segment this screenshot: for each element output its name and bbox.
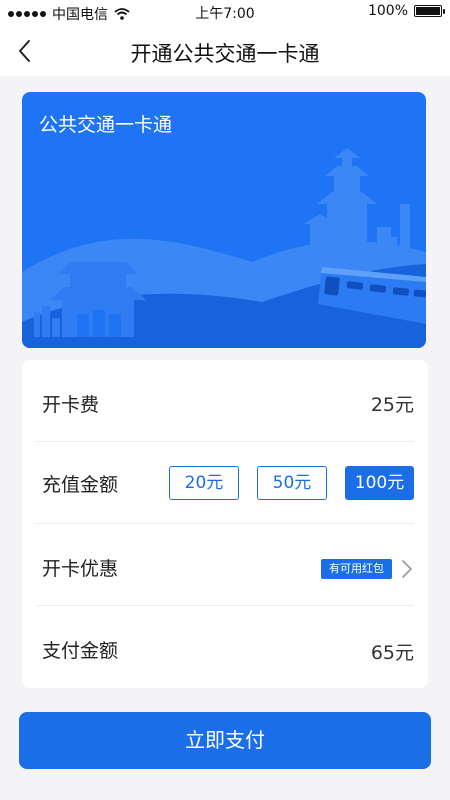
chevron-right-icon [402,560,412,578]
battery-percent: 100% [367,3,408,19]
payment-label: 支付金额 [42,640,119,662]
discount-row[interactable]: 开卡优惠 有可用红包 [36,524,414,606]
transit-card-image: 公共交通一卡通 [22,92,426,348]
discount-label: 开卡优惠 [42,558,119,580]
nav-bar: 开通公共交通一卡通 [0,26,450,76]
status-bar: 中国电信 上午7:00 100% [0,0,450,26]
payment-row: 支付金额 65元 [36,606,414,688]
pay-now-button[interactable]: 立即支付 [19,712,431,769]
card-title: 公共交通一卡通 [39,114,173,136]
recharge-option-20[interactable]: 20元 [169,466,239,500]
battery-icon [414,5,445,17]
recharge-row: 充值金额 20元 50元 100元 [36,442,414,524]
coupon-badge: 有可用红包 [321,559,392,579]
recharge-option-100[interactable]: 100元 [345,466,414,500]
open-fee-row: 开卡费 25元 [36,360,414,442]
order-form: 开卡费 25元 充值金额 20元 50元 100元 开卡优惠 有可用红包 支付金… [22,360,428,688]
payment-value: 65元 [370,642,414,664]
recharge-label: 充值金额 [42,474,119,496]
page-title: 开通公共交通一卡通 [130,42,320,66]
recharge-option-50[interactable]: 50元 [257,466,327,500]
status-right: 100% [367,3,445,19]
open-fee-label: 开卡费 [42,394,100,416]
open-fee-value: 25元 [370,394,414,416]
